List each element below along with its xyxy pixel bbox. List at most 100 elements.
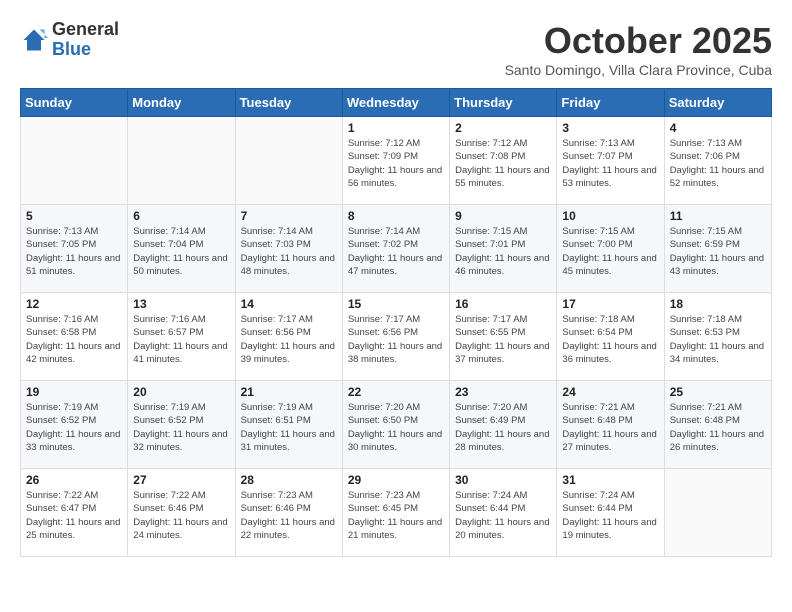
day-number: 4 [670,121,766,135]
day-number: 14 [241,297,337,311]
calendar-cell: 28 Sunrise: 7:23 AM Sunset: 6:46 PM Dayli… [235,469,342,557]
day-header-saturday: Saturday [664,89,771,117]
day-number: 15 [348,297,444,311]
calendar-cell: 31 Sunrise: 7:24 AM Sunset: 6:44 PM Dayli… [557,469,664,557]
day-number: 2 [455,121,551,135]
day-info: Sunrise: 7:22 AM Sunset: 6:46 PM Dayligh… [133,489,229,542]
day-number: 22 [348,385,444,399]
day-number: 24 [562,385,658,399]
calendar-cell: 1 Sunrise: 7:12 AM Sunset: 7:09 PM Daylig… [342,117,449,205]
day-info: Sunrise: 7:23 AM Sunset: 6:46 PM Dayligh… [241,489,337,542]
day-number: 16 [455,297,551,311]
day-info: Sunrise: 7:15 AM Sunset: 6:59 PM Dayligh… [670,225,766,278]
day-info: Sunrise: 7:22 AM Sunset: 6:47 PM Dayligh… [26,489,122,542]
logo-icon [20,26,48,54]
calendar-cell [21,117,128,205]
logo-blue-text: Blue [52,40,119,60]
calendar-table: SundayMondayTuesdayWednesdayThursdayFrid… [20,88,772,557]
month-year-title: October 2025 [505,20,772,62]
calendar-cell: 27 Sunrise: 7:22 AM Sunset: 6:46 PM Dayli… [128,469,235,557]
calendar-cell: 4 Sunrise: 7:13 AM Sunset: 7:06 PM Daylig… [664,117,771,205]
day-header-tuesday: Tuesday [235,89,342,117]
calendar-cell: 30Sunrise: 7:24 AM Sunset: 6:44 PM Dayli… [450,469,557,557]
logo-text: General Blue [52,20,119,60]
logo: General Blue [20,20,119,60]
day-number: 5 [26,209,122,223]
day-info: Sunrise: 7:12 AM Sunset: 7:08 PM Dayligh… [455,137,551,190]
calendar-cell: 15 Sunrise: 7:17 AM Sunset: 6:56 PM Dayli… [342,293,449,381]
calendar-week-row: 1 Sunrise: 7:12 AM Sunset: 7:09 PM Daylig… [21,117,772,205]
day-info: Sunrise: 7:21 AM Sunset: 6:48 PM Dayligh… [562,401,658,454]
day-number: 12 [26,297,122,311]
page-header: General Blue October 2025 Santo Domingo,… [20,20,772,78]
calendar-week-row: 12 Sunrise: 7:16 AM Sunset: 6:58 PM Dayli… [21,293,772,381]
day-number: 13 [133,297,229,311]
day-header-sunday: Sunday [21,89,128,117]
day-info: Sunrise: 7:19 AM Sunset: 6:52 PM Dayligh… [26,401,122,454]
day-number: 7 [241,209,337,223]
day-number: 27 [133,473,229,487]
day-number: 19 [26,385,122,399]
day-info: Sunrise: 7:16 AM Sunset: 6:57 PM Dayligh… [133,313,229,366]
day-number: 28 [241,473,337,487]
day-info: Sunrise: 7:24 AM Sunset: 6:44 PM Dayligh… [562,489,658,542]
day-number: 11 [670,209,766,223]
day-number: 21 [241,385,337,399]
day-info: Sunrise: 7:13 AM Sunset: 7:06 PM Dayligh… [670,137,766,190]
calendar-cell: 20Sunrise: 7:19 AM Sunset: 6:52 PM Dayli… [128,381,235,469]
day-number: 25 [670,385,766,399]
calendar-cell: 24 Sunrise: 7:21 AM Sunset: 6:48 PM Dayli… [557,381,664,469]
day-number: 29 [348,473,444,487]
day-info: Sunrise: 7:13 AM Sunset: 7:07 PM Dayligh… [562,137,658,190]
calendar-cell [128,117,235,205]
calendar-cell: 9Sunrise: 7:15 AM Sunset: 7:01 PM Daylig… [450,205,557,293]
calendar-cell: 2 Sunrise: 7:12 AM Sunset: 7:08 PM Daylig… [450,117,557,205]
day-info: Sunrise: 7:18 AM Sunset: 6:54 PM Dayligh… [562,313,658,366]
day-info: Sunrise: 7:14 AM Sunset: 7:04 PM Dayligh… [133,225,229,278]
day-header-wednesday: Wednesday [342,89,449,117]
calendar-cell: 13 Sunrise: 7:16 AM Sunset: 6:57 PM Dayli… [128,293,235,381]
calendar-cell: 11 Sunrise: 7:15 AM Sunset: 6:59 PM Dayli… [664,205,771,293]
day-info: Sunrise: 7:19 AM Sunset: 6:51 PM Dayligh… [241,401,337,454]
calendar-cell: 7 Sunrise: 7:14 AM Sunset: 7:03 PM Daylig… [235,205,342,293]
day-info: Sunrise: 7:17 AM Sunset: 6:56 PM Dayligh… [241,313,337,366]
calendar-header-row: SundayMondayTuesdayWednesdayThursdayFrid… [21,89,772,117]
day-number: 26 [26,473,122,487]
day-info: Sunrise: 7:15 AM Sunset: 7:01 PM Dayligh… [455,225,551,278]
day-number: 10 [562,209,658,223]
calendar-cell: 23Sunrise: 7:20 AM Sunset: 6:49 PM Dayli… [450,381,557,469]
calendar-cell: 26 Sunrise: 7:22 AM Sunset: 6:47 PM Dayli… [21,469,128,557]
calendar-cell: 17 Sunrise: 7:18 AM Sunset: 6:54 PM Dayli… [557,293,664,381]
day-info: Sunrise: 7:23 AM Sunset: 6:45 PM Dayligh… [348,489,444,542]
day-info: Sunrise: 7:15 AM Sunset: 7:00 PM Dayligh… [562,225,658,278]
calendar-cell: 12 Sunrise: 7:16 AM Sunset: 6:58 PM Dayli… [21,293,128,381]
calendar-week-row: 5 Sunrise: 7:13 AM Sunset: 7:05 PM Daylig… [21,205,772,293]
day-info: Sunrise: 7:16 AM Sunset: 6:58 PM Dayligh… [26,313,122,366]
day-number: 20 [133,385,229,399]
calendar-cell: 19 Sunrise: 7:19 AM Sunset: 6:52 PM Dayli… [21,381,128,469]
day-info: Sunrise: 7:12 AM Sunset: 7:09 PM Dayligh… [348,137,444,190]
day-number: 17 [562,297,658,311]
day-number: 31 [562,473,658,487]
calendar-cell: 14 Sunrise: 7:17 AM Sunset: 6:56 PM Dayli… [235,293,342,381]
day-info: Sunrise: 7:13 AM Sunset: 7:05 PM Dayligh… [26,225,122,278]
calendar-cell: 25 Sunrise: 7:21 AM Sunset: 6:48 PM Dayli… [664,381,771,469]
day-info: Sunrise: 7:17 AM Sunset: 6:55 PM Dayligh… [455,313,551,366]
day-info: Sunrise: 7:14 AM Sunset: 7:03 PM Dayligh… [241,225,337,278]
calendar-cell [664,469,771,557]
day-number: 1 [348,121,444,135]
day-header-friday: Friday [557,89,664,117]
calendar-week-row: 26 Sunrise: 7:22 AM Sunset: 6:47 PM Dayli… [21,469,772,557]
day-info: Sunrise: 7:21 AM Sunset: 6:48 PM Dayligh… [670,401,766,454]
day-info: Sunrise: 7:20 AM Sunset: 6:50 PM Dayligh… [348,401,444,454]
day-info: Sunrise: 7:17 AM Sunset: 6:56 PM Dayligh… [348,313,444,366]
calendar-cell: 18Sunrise: 7:18 AM Sunset: 6:53 PM Dayli… [664,293,771,381]
title-block: October 2025 Santo Domingo, Villa Clara … [505,20,772,78]
day-number: 8 [348,209,444,223]
location-subtitle: Santo Domingo, Villa Clara Province, Cub… [505,62,772,78]
day-info: Sunrise: 7:20 AM Sunset: 6:49 PM Dayligh… [455,401,551,454]
day-header-thursday: Thursday [450,89,557,117]
day-number: 3 [562,121,658,135]
calendar-cell: 3 Sunrise: 7:13 AM Sunset: 7:07 PM Daylig… [557,117,664,205]
calendar-cell [235,117,342,205]
